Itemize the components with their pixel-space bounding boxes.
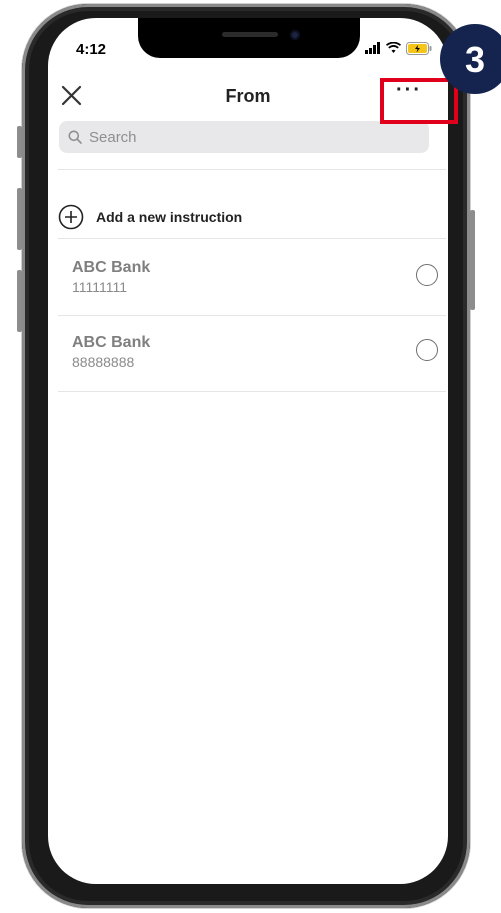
add-instruction-button[interactable]: Add a new instruction	[58, 201, 438, 233]
signal-icon	[365, 42, 380, 54]
status-time: 4:12	[76, 41, 107, 58]
highlight-box	[380, 78, 458, 124]
divider	[58, 315, 446, 316]
phone-side-button	[17, 188, 22, 250]
status-icons	[365, 40, 432, 56]
phone-side-button	[470, 210, 475, 310]
search-icon	[68, 130, 82, 144]
bank-name: ABC Bank	[72, 334, 151, 351]
app-screen: 4:12 From ··· Search Add a new instructi…	[48, 18, 448, 884]
wifi-icon	[386, 42, 401, 53]
search-input[interactable]	[87, 127, 411, 147]
phone-side-button	[17, 270, 22, 332]
divider	[58, 238, 446, 239]
battery-icon	[406, 41, 432, 55]
step-badge: 3	[440, 24, 501, 94]
divider	[58, 391, 446, 392]
bank-name: ABC Bank	[72, 259, 151, 276]
search-bar[interactable]	[59, 121, 429, 153]
add-instruction-label: Add a new instruction	[96, 209, 243, 225]
camera	[290, 30, 300, 40]
plus-circle-icon	[58, 204, 84, 230]
speaker	[222, 32, 278, 37]
notch	[138, 18, 360, 58]
phone-side-button	[17, 126, 22, 158]
divider	[58, 169, 446, 170]
radio-button[interactable]	[416, 264, 438, 286]
list-item[interactable]: ABC Bank 11111111	[58, 247, 438, 319]
account-number: 88888888	[72, 354, 135, 370]
account-number: 11111111	[72, 279, 128, 295]
radio-button[interactable]	[416, 339, 438, 361]
list-item[interactable]: ABC Bank 88888888	[58, 322, 438, 394]
